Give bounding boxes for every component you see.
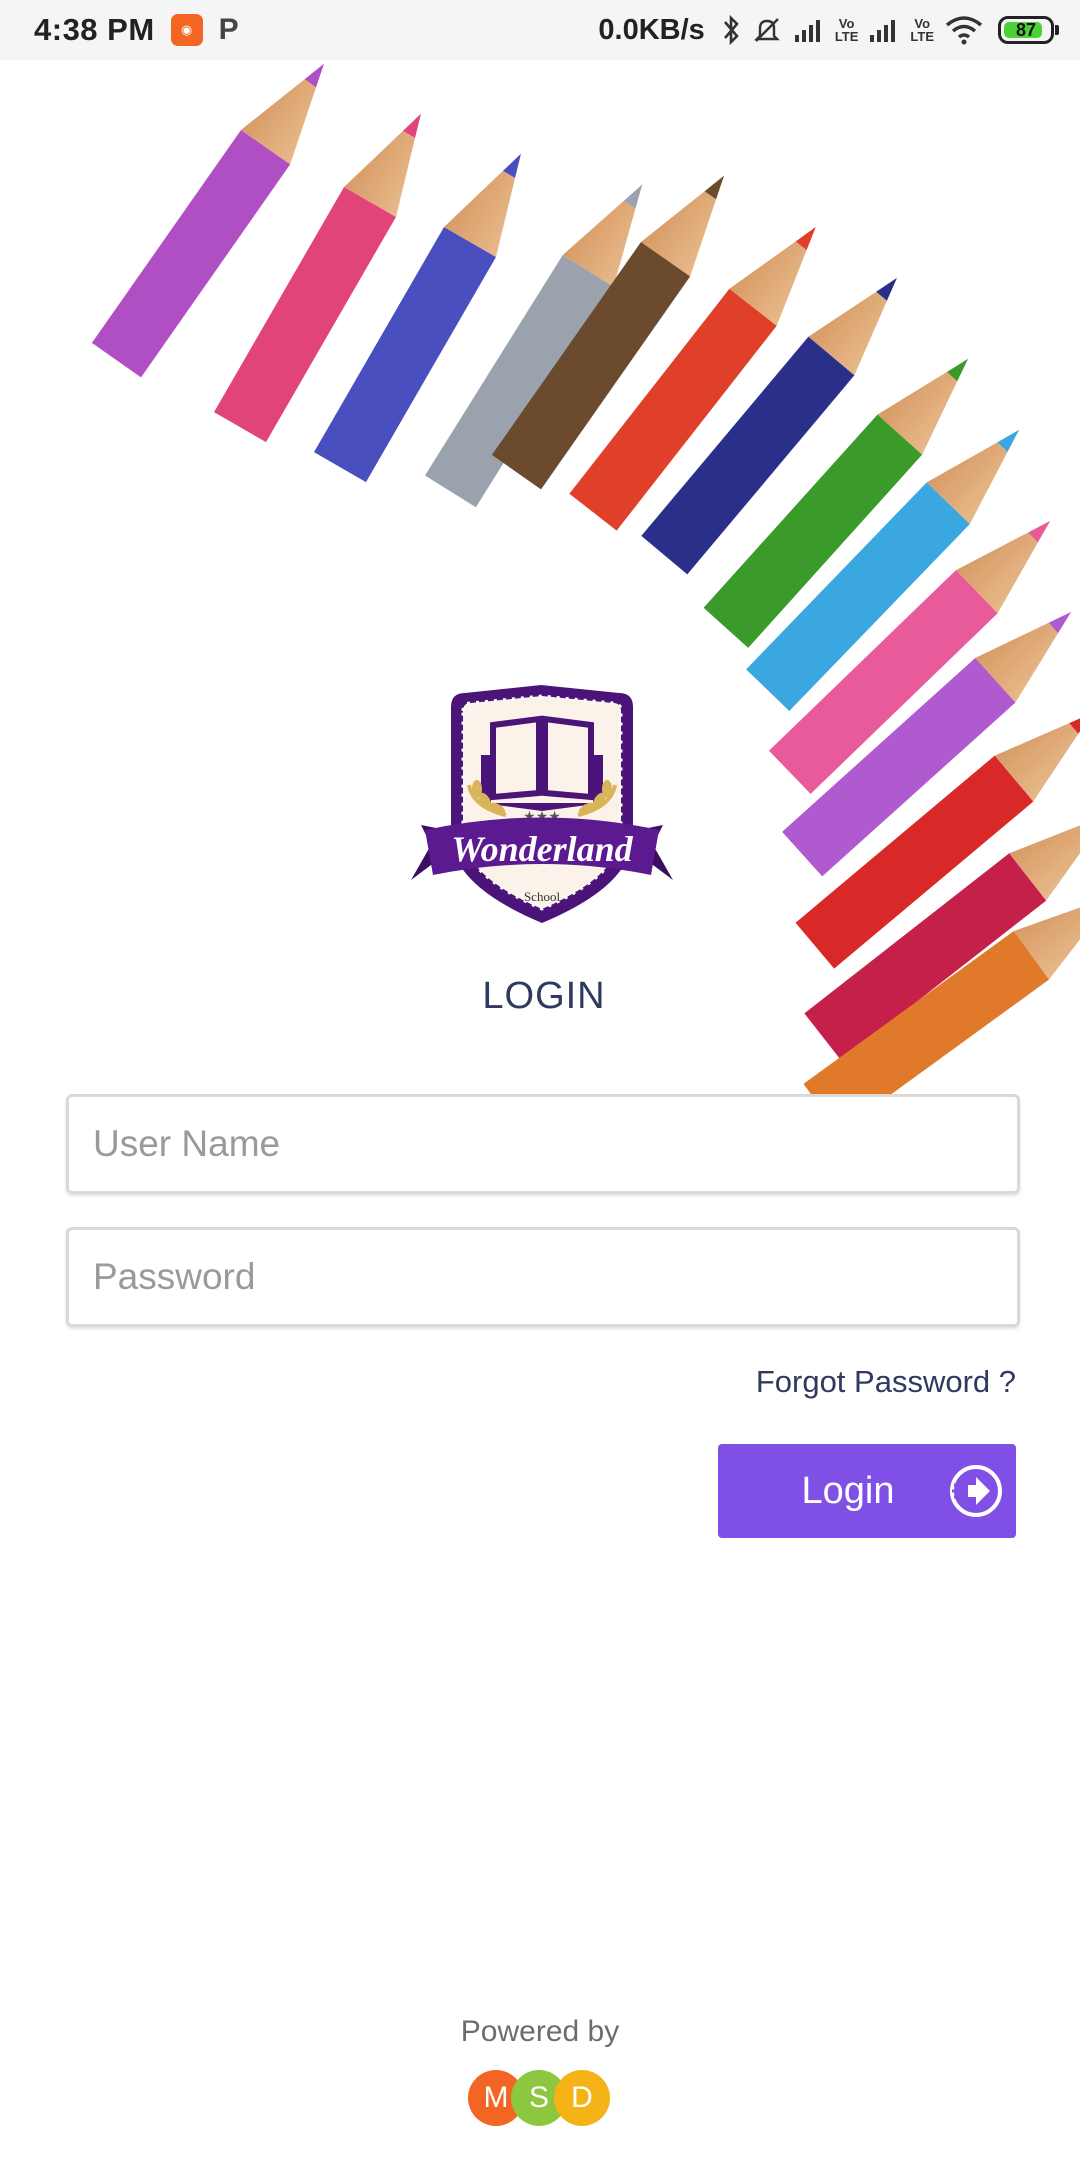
arrow-right-circle-icon (950, 1465, 1002, 1517)
status-right: 0.0KB/s Vo LTE Vo LTE 87 (598, 13, 1059, 47)
wifi-icon (944, 15, 984, 45)
volte-2-icon: Vo LTE (910, 16, 934, 44)
signal-1-icon (793, 16, 827, 44)
powered-by-label: Powered by (460, 2015, 620, 2048)
login-title: LOGIN (482, 975, 606, 1017)
bluetooth-icon (721, 14, 741, 46)
logo-wordmark: Wonderland (451, 829, 633, 869)
battery-icon: 87 (998, 16, 1059, 44)
colored-pencils-image (91, 63, 1080, 1100)
signal-2-icon (868, 16, 902, 44)
status-time: 4:38 PM (34, 12, 155, 47)
msd-letter-d: D (554, 2070, 610, 2126)
login-button[interactable]: Login (718, 1444, 1016, 1538)
logo-subtitle: School (524, 889, 561, 904)
login-button-label: Login (801, 1469, 895, 1512)
login-screen: 4:38 PM ◉ P 0.0KB/s Vo LTE Vo LTE 87 ★★★… (0, 0, 1080, 2160)
battery-tip (1055, 25, 1059, 35)
password-field[interactable] (66, 1227, 1020, 1327)
mute-bell-icon (751, 14, 783, 46)
username-input[interactable] (69, 1097, 1017, 1191)
p-notification-icon: P (218, 13, 239, 46)
app-notification-icon: ◉ (170, 14, 203, 46)
battery-level: 87 (1015, 19, 1037, 40)
forgot-password-link[interactable]: Forgot Password ? (756, 1364, 1016, 1400)
username-field[interactable] (66, 1094, 1020, 1194)
password-input[interactable] (69, 1230, 1017, 1324)
msd-brand-logo: M S D (468, 2070, 610, 2126)
volte-1-icon: Vo LTE (834, 16, 859, 44)
status-left: 4:38 PM ◉ P (34, 12, 239, 48)
network-speed: 0.0KB/s (598, 13, 705, 46)
wonderland-school-logo: ★★★ Wonderland School (411, 685, 673, 923)
status-bar: 4:38 PM ◉ P 0.0KB/s Vo LTE Vo LTE 87 (0, 0, 1080, 60)
